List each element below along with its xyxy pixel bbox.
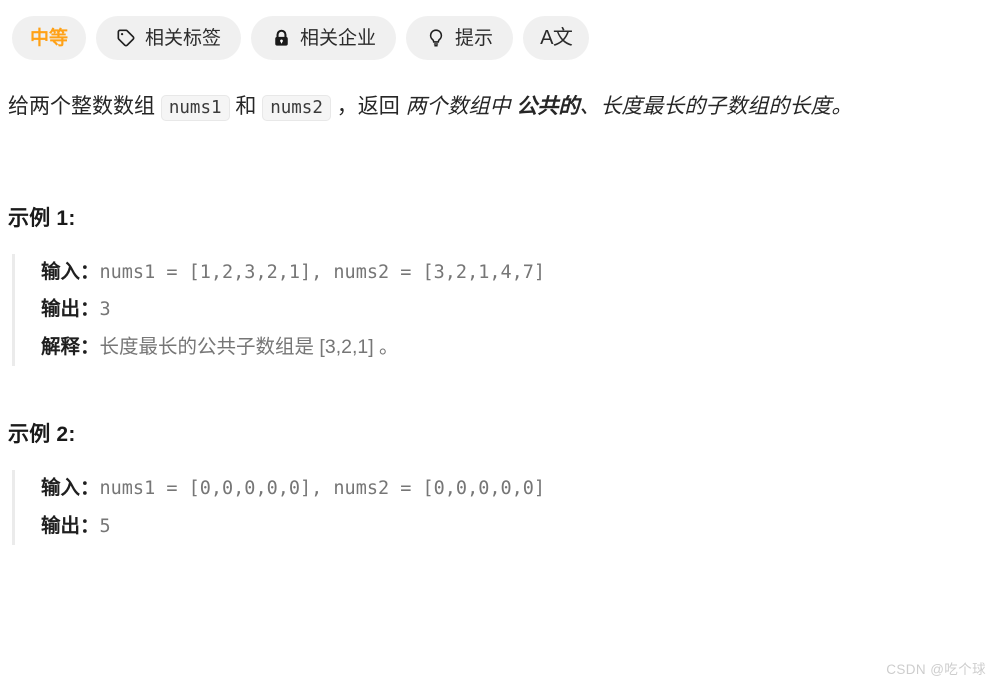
example-2-block: 输入：nums1 = [0,0,0,0,0], nums2 = [0,0,0,0… [12, 470, 1000, 546]
lock-icon [271, 28, 291, 48]
inline-code-nums1: nums1 [160, 95, 230, 121]
description-text-part3: ，返回 [330, 95, 406, 118]
description-italic-lead: 两个数组中 [405, 95, 517, 118]
hint-button[interactable]: 提示 [406, 16, 514, 60]
language-toggle-button[interactable]: A文 [523, 16, 590, 60]
example-2-output-line: 输出：5 [41, 508, 1000, 545]
example-1-title: 示例 1: [8, 207, 76, 231]
example-1-block: 输入：nums1 = [1,2,3,2,1], nums2 = [3,2,1,4… [12, 254, 1000, 367]
example-1-output-label: 输出： [41, 298, 100, 321]
language-toggle-label: A文 [540, 27, 573, 49]
related-companies-button[interactable]: 相关企业 [251, 16, 397, 60]
example-2-input-value: nums1 = [0,0,0,0,0], nums2 = [0,0,0,0,0] [99, 478, 546, 500]
difficulty-badge[interactable]: 中等 [12, 16, 87, 60]
related-tags-button[interactable]: 相关标签 [96, 16, 242, 60]
example-1-output-line: 输出：3 [41, 291, 1000, 328]
example-1-input-line: 输入：nums1 = [1,2,3,2,1], nums2 = [3,2,1,4… [41, 254, 1000, 291]
inline-code-nums2: nums2 [262, 95, 331, 121]
example-1-output-value: 3 [99, 299, 111, 321]
example-2-input-line: 输入：nums1 = [0,0,0,0,0], nums2 = [0,0,0,0… [41, 470, 1000, 507]
description-text-part1: 给两个整数数组 [8, 95, 161, 118]
example-2-output-value: 5 [99, 515, 111, 537]
description-text-part2: 和 [229, 95, 263, 118]
difficulty-label: 中等 [30, 27, 69, 49]
problem-toolbar: 中等 相关标签 相关企业 提示 A文 [0, 0, 1000, 60]
example-1-input-value: nums1 = [1,2,3,2,1], nums2 = [3,2,1,4,7] [99, 262, 546, 284]
tag-icon [116, 28, 136, 48]
hint-label: 提示 [455, 27, 494, 49]
example-1-explanation-line: 解释：长度最长的公共子数组是 [3,2,1] 。 [41, 329, 1000, 366]
example-1-explanation-value: 长度最长的公共子数组是 [3,2,1] 。 [99, 335, 399, 358]
example-2-output-label: 输出： [41, 514, 100, 537]
related-companies-label: 相关企业 [300, 27, 377, 49]
example-2-input-label: 输入： [41, 477, 100, 500]
example-2-title: 示例 2: [8, 423, 76, 447]
example-1-explanation-label: 解释： [41, 335, 100, 358]
lightbulb-icon [426, 28, 446, 48]
csdn-watermark: CSDN @吃个球 [886, 662, 986, 677]
related-tags-label: 相关标签 [145, 27, 222, 49]
description-italic-tail: 、长度最长的子数组的长度。 [579, 95, 853, 118]
description-bold-emphasis: 公共的 [516, 95, 580, 118]
example-1-input-label: 输入： [41, 261, 100, 284]
examples-section: 示例 1: 输入：nums1 = [1,2,3,2,1], nums2 = [3… [0, 202, 1000, 546]
problem-description: 给两个整数数组 nums1 和 nums2 ，返回 两个数组中 公共的、长度最长… [8, 90, 976, 124]
